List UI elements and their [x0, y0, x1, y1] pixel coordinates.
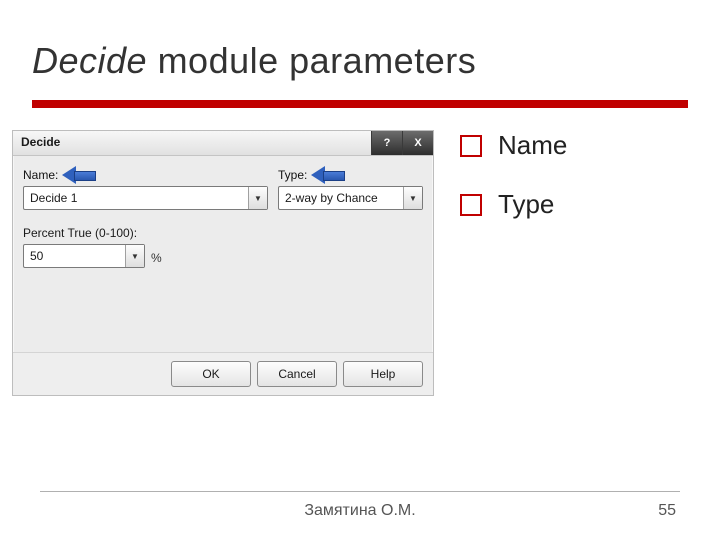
- accent-bar: [32, 100, 688, 108]
- name-field: Name: Decide 1 ▼: [23, 166, 268, 210]
- list-item: Name: [460, 130, 680, 161]
- type-field: Type: 2-way by Chance ▼: [278, 166, 423, 210]
- list-item: Type: [460, 189, 680, 220]
- decide-dialog: Decide ? X Name: Decide 1 ▼: [12, 130, 434, 396]
- window-close-button[interactable]: X: [402, 131, 433, 155]
- percent-unit: %: [151, 251, 162, 268]
- chevron-down-icon[interactable]: ▼: [403, 187, 422, 209]
- bullet-label: Type: [498, 189, 554, 220]
- chevron-down-icon[interactable]: ▼: [125, 245, 144, 267]
- dialog-caption: Decide: [13, 131, 371, 155]
- footer-author: Замятина О.М.: [0, 502, 720, 520]
- bullet-square-icon: [460, 194, 482, 216]
- percent-value: 50: [24, 249, 125, 263]
- name-combo[interactable]: Decide 1 ▼: [23, 186, 268, 210]
- title-italic: Decide: [32, 40, 147, 81]
- footer-divider: [40, 491, 680, 492]
- titlebar: Decide ? X: [13, 131, 433, 156]
- cancel-button[interactable]: Cancel: [257, 361, 337, 387]
- page-number: 55: [658, 502, 676, 520]
- dialog-body: Name: Decide 1 ▼ Type:: [13, 156, 433, 352]
- pointer-arrow-icon: [64, 167, 94, 183]
- name-value: Decide 1: [24, 191, 248, 205]
- type-combo[interactable]: 2-way by Chance ▼: [278, 186, 423, 210]
- title-rest: module parameters: [147, 40, 476, 81]
- chevron-down-icon[interactable]: ▼: [248, 187, 267, 209]
- slide: Decide module parameters Decide ? X Name…: [0, 0, 720, 540]
- help-button[interactable]: Help: [343, 361, 423, 387]
- bullet-list: Name Type: [460, 130, 680, 248]
- type-value: 2-way by Chance: [279, 191, 403, 205]
- ok-button[interactable]: OK: [171, 361, 251, 387]
- slide-title: Decide module parameters: [32, 40, 476, 82]
- percent-section: Percent True (0-100): 50 ▼ %: [23, 224, 423, 268]
- window-help-button[interactable]: ?: [371, 131, 402, 155]
- pointer-arrow-icon: [313, 167, 343, 183]
- dialog-button-row: OK Cancel Help: [13, 352, 433, 395]
- percent-combo[interactable]: 50 ▼: [23, 244, 145, 268]
- percent-label: Percent True (0-100):: [23, 226, 137, 240]
- name-label: Name:: [23, 168, 58, 182]
- bullet-square-icon: [460, 135, 482, 157]
- type-label: Type:: [278, 168, 307, 182]
- bullet-label: Name: [498, 130, 567, 161]
